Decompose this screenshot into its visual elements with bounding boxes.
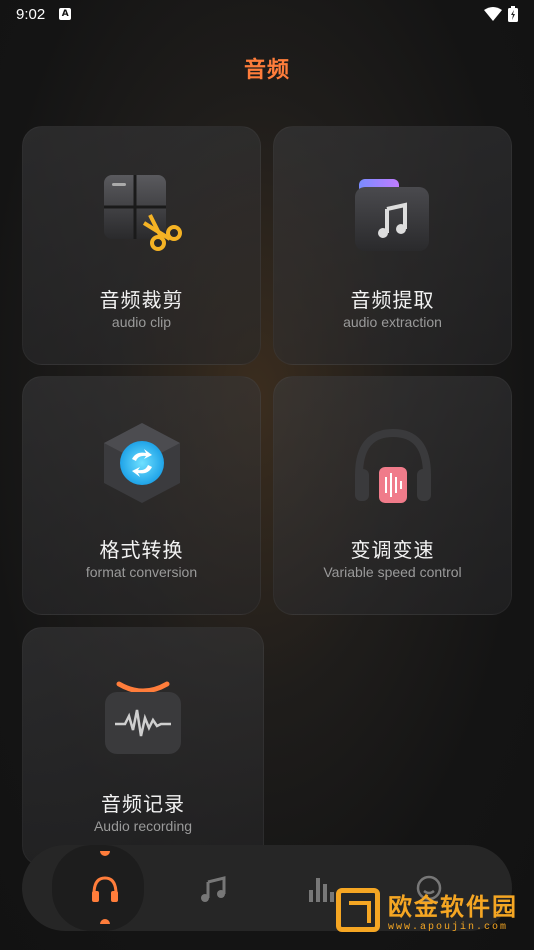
- card-subtitle: audio extraction: [343, 314, 442, 330]
- status-icons: [484, 6, 518, 22]
- nav-music-tab[interactable]: [195, 871, 231, 907]
- headphones-icon: [92, 876, 118, 902]
- bar-chart-icon: [309, 878, 334, 902]
- waveform-recorder-icon: [105, 681, 181, 754]
- card-title: 变调变速: [350, 538, 435, 562]
- watermark-url: www.apoujin.com: [388, 922, 509, 933]
- card-subtitle: audio clip: [111, 314, 172, 330]
- headphones-icon: [354, 428, 431, 503]
- audio-recording-card[interactable]: 音频记录 Audio recording: [22, 627, 264, 866]
- watermark-name: 欧金软件园: [388, 893, 518, 921]
- active-indicator-bottom: [100, 919, 110, 924]
- page-title: 音频: [243, 58, 290, 83]
- nav-headphones-tab[interactable]: [87, 871, 123, 907]
- card-subtitle: format conversion: [85, 564, 198, 580]
- card-title: 音频记录: [101, 792, 185, 816]
- wifi-icon: [484, 7, 502, 21]
- card-subtitle: Audio recording: [93, 818, 193, 834]
- card-title: 格式转换: [99, 538, 184, 562]
- notification-icon: A: [59, 8, 72, 20]
- watermark: 欧金软件园 www.apoujin.com: [336, 878, 532, 942]
- variable-speed-card[interactable]: 变调变速 Variable speed control: [273, 376, 512, 615]
- battery-icon: [508, 6, 518, 22]
- card-title: 音频提取: [350, 288, 435, 312]
- music-note-icon: [201, 876, 226, 902]
- nav-chart-tab[interactable]: [303, 871, 339, 907]
- convert-cube-icon: [103, 423, 180, 503]
- music-folder-icon: [354, 179, 429, 251]
- audio-clip-card[interactable]: 音频裁剪 audio clip: [22, 126, 261, 365]
- audio-clip-icon: [103, 175, 182, 251]
- status-bar: 9:02 A: [0, 0, 534, 28]
- audio-extraction-card[interactable]: 音频提取 audio extraction: [273, 126, 512, 365]
- card-title: 音频裁剪: [99, 288, 184, 312]
- format-conversion-card[interactable]: 格式转换 format conversion: [22, 376, 261, 615]
- watermark-logo-icon: [336, 888, 380, 932]
- card-subtitle: Variable speed control: [323, 564, 462, 580]
- status-time: 9:02: [16, 5, 46, 23]
